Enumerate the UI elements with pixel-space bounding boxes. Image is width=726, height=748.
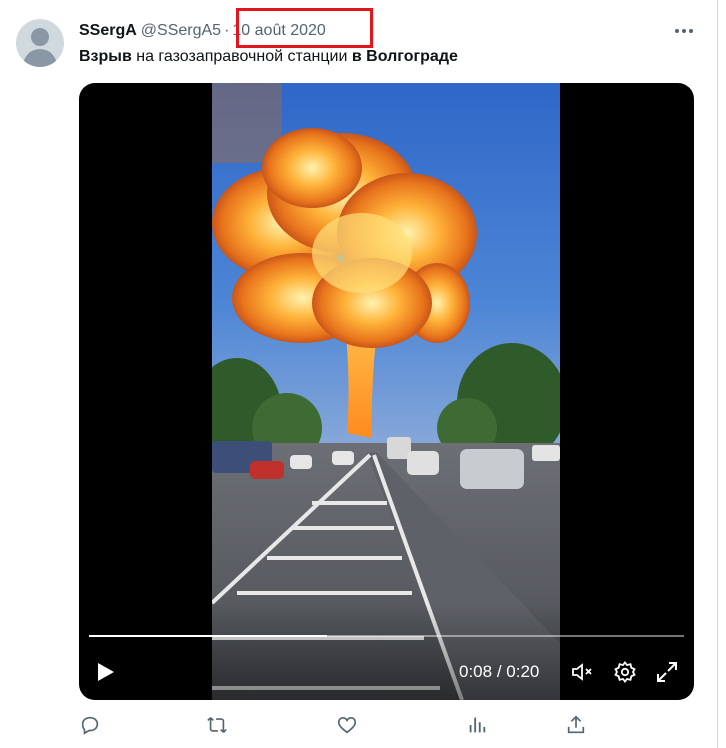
date-highlight-box [236,8,373,48]
analytics-icon[interactable] [466,714,488,736]
duration: 0:20 [506,662,540,681]
time-separator: / [492,662,507,681]
video-time: 0:08 / 0:20 [459,662,539,682]
avatar[interactable] [16,19,64,67]
heart-icon[interactable] [336,714,358,736]
more-horizontal-icon[interactable] [672,21,696,41]
gear-icon[interactable] [613,660,637,684]
play-icon[interactable] [93,660,117,684]
avatar-body-shape [23,49,57,67]
avatar-head-shape [31,28,49,46]
share-icon[interactable] [565,714,587,736]
current-time: 0:08 [459,662,493,681]
progress-bar-fill [89,635,327,637]
expand-icon[interactable] [655,660,679,684]
display-name[interactable]: SSergA [79,22,137,40]
volume-muted-icon[interactable] [570,660,594,684]
video-player[interactable]: 0:08 / 0:20 [79,83,694,700]
tweet-text-part-2: на газозаправочной станции [131,48,352,65]
tweet-actions [79,712,599,740]
tweet-text: Взрыв на газозаправочной станции в Волго… [79,46,458,68]
progress-bar[interactable] [89,635,684,637]
retweet-icon[interactable] [206,714,228,736]
controls-overlay [79,603,694,700]
reply-icon[interactable] [79,714,101,736]
tweet-text-part-1: Взрыв [79,48,132,65]
separator-dot: · [224,22,230,39]
tweet-text-part-3: в Волгограде [351,48,458,65]
user-handle[interactable]: @SSergA5 [141,22,221,40]
